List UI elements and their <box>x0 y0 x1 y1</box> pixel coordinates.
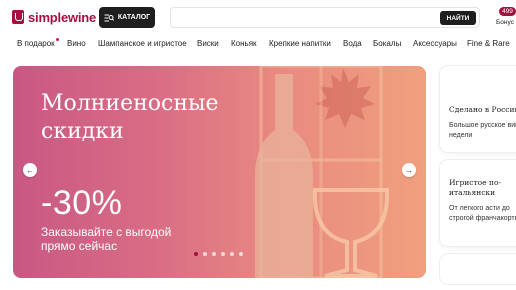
catalog-label: КАТАЛОГ <box>117 14 151 21</box>
search-input[interactable] <box>177 11 437 25</box>
nav-item-gifts[interactable]: В подарок <box>17 38 59 48</box>
category-nav: В подарок Вино Шампанское и игристое Вис… <box>0 36 516 54</box>
bonus-count-badge: 499 <box>499 7 516 16</box>
card-title: Игристое по-итальянски <box>449 178 502 197</box>
carousel-dot[interactable] <box>203 252 207 256</box>
carousel-pagination <box>194 252 243 256</box>
promo-banner[interactable]: Молниеносные скидки -30% Заказывайте с в… <box>13 66 426 278</box>
card-description: Большое русское вино недели <box>449 122 516 139</box>
nav-item-fine-rare[interactable]: Fine & Rare <box>467 39 510 48</box>
nav-item-champagne[interactable]: Шампанское и игристое <box>98 39 187 48</box>
nav-item-wine[interactable]: Вино <box>67 39 86 48</box>
header: simplewine КАТАЛОГ НАЙТИ 499 Бонус <box>0 0 516 34</box>
banner-subtitle: Заказывайте с выгодой прямо сейчас <box>41 225 172 253</box>
catalog-button[interactable]: КАТАЛОГ <box>99 7 155 28</box>
nav-item-whisky[interactable]: Виски <box>197 39 219 48</box>
search-button[interactable]: НАЙТИ <box>440 11 476 25</box>
promo-card-italian-sparkling[interactable]: Игристое по-итальянски От легкого асти д… <box>440 160 516 246</box>
promo-card-russia[interactable]: Сделано в России Большое русское вино не… <box>440 66 516 152</box>
arrow-left-icon: ← <box>26 165 34 175</box>
card-description: От легкого асти до строгой франчакорты <box>449 205 516 222</box>
banner-title: Молниеносные скидки <box>41 91 219 144</box>
carousel-next-button[interactable]: → <box>402 163 416 177</box>
nav-item-cognac[interactable]: Коньяк <box>231 39 257 48</box>
carousel-dot[interactable] <box>194 252 198 256</box>
nav-item-accessories[interactable]: Аксессуары <box>413 39 457 48</box>
nav-item-label: В подарок <box>17 39 55 48</box>
card-title: Сделано в России <box>449 105 516 114</box>
search-bar: НАЙТИ <box>170 7 480 28</box>
nav-item-water[interactable]: Вода <box>343 39 362 48</box>
carousel-dot[interactable] <box>239 252 243 256</box>
logo[interactable]: simplewine <box>12 9 96 25</box>
logo-text: simplewine <box>28 9 97 25</box>
bonus-widget[interactable]: 499 Бонус <box>494 7 516 31</box>
carousel-dot[interactable] <box>221 252 225 256</box>
nav-item-spirits[interactable]: Крепкие напитки <box>269 39 331 48</box>
banner-discount: -30% <box>41 184 123 222</box>
carousel-dot[interactable] <box>212 252 216 256</box>
logo-glass-icon <box>12 10 24 24</box>
nav-item-glasses[interactable]: Бокалы <box>373 39 401 48</box>
catalog-menu-icon <box>104 14 114 21</box>
bonus-label: Бонус <box>496 19 514 26</box>
carousel-prev-button[interactable]: ← <box>23 163 37 177</box>
promo-card-partial[interactable] <box>440 254 516 284</box>
arrow-right-icon: → <box>405 165 413 175</box>
carousel-dot[interactable] <box>230 252 234 256</box>
new-indicator-dot <box>55 38 59 41</box>
